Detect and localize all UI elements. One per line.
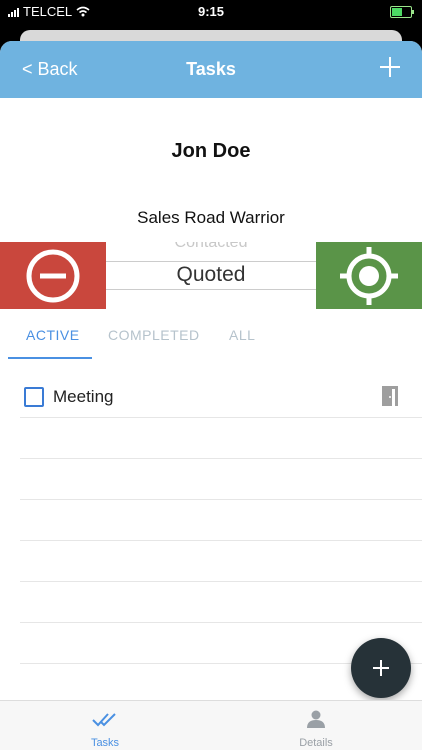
divider xyxy=(20,417,422,418)
tasks-card: < Back Tasks Jon Doe Sales Road Warrior … xyxy=(0,41,422,750)
tab-completed[interactable]: COMPLETED xyxy=(108,327,200,343)
divider xyxy=(20,540,422,541)
tab-tasks[interactable]: Tasks xyxy=(45,701,165,750)
picker-option-current[interactable]: Quoted xyxy=(106,263,316,287)
task-filter-tabs: ACTIVE COMPLETED ALL xyxy=(0,309,422,361)
tab-label-details: Details xyxy=(299,737,333,749)
target-action[interactable] xyxy=(316,242,422,309)
status-bar: TELCEL 9:15 xyxy=(0,0,422,24)
minus-circle-icon xyxy=(26,249,80,302)
tab-label-tasks: Tasks xyxy=(90,737,120,749)
task-label: Meeting xyxy=(53,387,114,406)
divider xyxy=(20,622,422,623)
list-item[interactable]: Meeting xyxy=(20,376,402,418)
tab-details[interactable]: Details xyxy=(256,701,376,750)
stage-picker[interactable]: Contacted Quoted xyxy=(106,242,316,309)
remove-action[interactable] xyxy=(0,242,106,309)
navbar: < Back Tasks xyxy=(0,41,422,98)
tab-active[interactable]: ACTIVE xyxy=(26,327,80,343)
active-tab-indicator xyxy=(8,357,92,359)
tab-all[interactable]: ALL xyxy=(229,327,255,343)
crosshair-icon xyxy=(340,246,398,305)
add-task-button[interactable] xyxy=(351,638,411,698)
divider xyxy=(20,458,422,459)
contact-role: Sales Road Warrior xyxy=(137,208,285,227)
bottom-tab-bar: Tasks Details xyxy=(0,700,422,750)
picker-option-previous[interactable]: Contacted xyxy=(106,242,316,252)
contact-name: Jon Doe xyxy=(171,140,251,162)
divider xyxy=(20,499,422,500)
page-title: Tasks xyxy=(186,59,236,79)
add-icon[interactable] xyxy=(378,55,402,79)
door-icon[interactable] xyxy=(381,386,399,406)
status-time: 9:15 xyxy=(197,4,225,19)
battery-icon xyxy=(390,6,414,18)
task-checkbox[interactable] xyxy=(24,387,44,407)
person-icon xyxy=(307,710,325,728)
divider xyxy=(20,581,422,582)
double-check-icon xyxy=(92,713,116,727)
